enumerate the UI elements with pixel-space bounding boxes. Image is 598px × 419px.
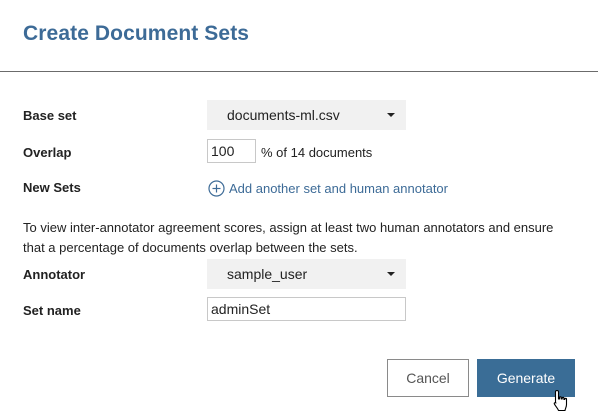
- plus-circle-icon: [208, 179, 225, 197]
- overlap-input[interactable]: [207, 139, 256, 163]
- caret-down-icon: [387, 272, 395, 276]
- annotator-label: Annotator: [23, 267, 86, 282]
- add-set-link[interactable]: Add another set and human annotator: [208, 179, 448, 197]
- annotator-select[interactable]: sample_user: [207, 259, 406, 289]
- title-divider: [0, 71, 598, 72]
- caret-down-icon: [387, 113, 395, 117]
- overlap-label: Overlap: [23, 145, 72, 160]
- dialog-title: Create Document Sets: [23, 22, 250, 45]
- set-name-label: Set name: [23, 303, 81, 318]
- base-set-value: documents-ml.csv: [227, 107, 340, 123]
- hand-pointer-icon: [553, 389, 568, 412]
- add-set-link-label: Add another set and human annotator: [229, 180, 448, 196]
- base-set-label: Base set: [23, 108, 77, 123]
- set-name-input[interactable]: [207, 297, 406, 321]
- new-sets-label: New Sets: [23, 180, 81, 195]
- base-set-select[interactable]: documents-ml.csv: [207, 100, 406, 130]
- cancel-button[interactable]: Cancel: [387, 359, 469, 397]
- overlap-suffix: % of 14 documents: [261, 145, 373, 160]
- agreement-note: To view inter-annotator agreement scores…: [23, 220, 554, 255]
- annotator-value: sample_user: [227, 266, 308, 282]
